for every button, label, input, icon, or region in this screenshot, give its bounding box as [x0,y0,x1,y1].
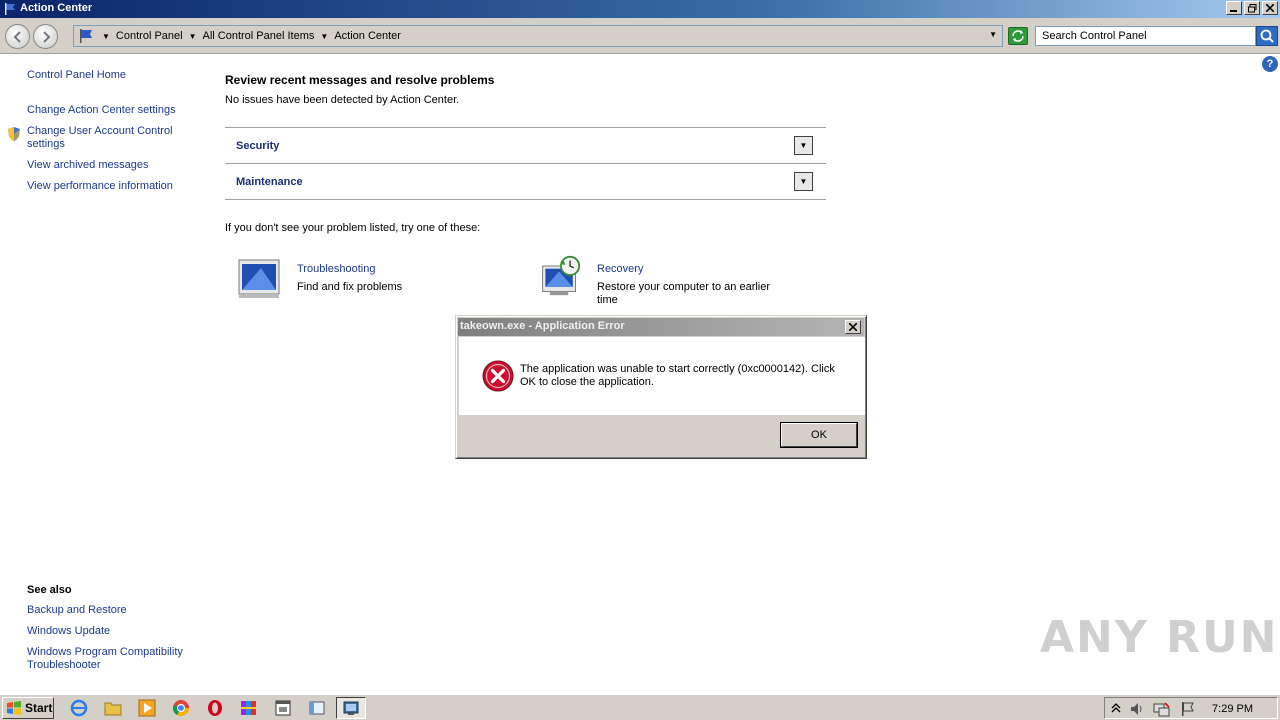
help-icon[interactable]: ? [1262,56,1278,72]
dialog-titlebar: takeown.exe - Application Error [458,318,864,336]
taskbar-action-center-button[interactable] [336,697,366,719]
expand-maintenance-button[interactable]: ▼ [794,172,813,191]
ok-button[interactable]: OK [781,423,857,447]
breadcrumb-control-panel[interactable]: Control Panel [116,30,183,42]
program-compatibility-link[interactable]: Windows Program Compatibility Troublesho… [27,646,192,672]
address-toolbar: ▼ Control Panel ▼ All Control Panel Item… [0,18,1280,54]
breadcrumb-arrow-icon[interactable]: ▼ [102,32,110,41]
search-input[interactable]: Search Control Panel [1035,26,1256,46]
recovery-link[interactable]: Recovery [597,263,643,275]
see-also-heading: See also [27,584,72,596]
section-maintenance[interactable]: Maintenance ▼ [225,163,826,199]
taskbar-media-player-button[interactable] [136,698,158,718]
troubleshooting-link[interactable]: Troubleshooting [297,263,375,275]
minimize-icon [1230,10,1237,12]
address-bar[interactable]: ▼ Control Panel ▼ All Control Panel Item… [73,25,1003,47]
windows-update-link[interactable]: Windows Update [27,625,110,638]
chevron-down-icon: ▼ [799,177,808,186]
dialog-close-button[interactable] [845,320,861,334]
action-center-flag-icon [5,3,15,15]
volume-icon[interactable] [1129,701,1145,717]
window-icon [309,701,325,715]
taskbar: Start 7:29 PM [0,694,1280,720]
chrome-icon [172,700,190,717]
troubleshooting-desc: Find and fix problems [297,281,403,293]
taskbar-control-panel-button[interactable] [306,698,328,718]
media-player-icon [138,699,156,717]
view-archived-messages-link[interactable]: View archived messages [27,159,148,172]
window-title: Action Center [20,2,93,14]
control-panel-home-link[interactable]: Control Panel Home [27,69,126,82]
error-icon [482,360,514,392]
expand-security-button[interactable]: ▼ [794,136,813,155]
troubleshooting-icon[interactable] [237,258,283,300]
minimize-button[interactable] [1226,1,1242,15]
refresh-icon [1012,30,1024,42]
start-label: Start [25,701,53,715]
close-icon [849,323,857,331]
section-maintenance-title: Maintenance [236,176,303,188]
back-arrow-icon [13,30,21,43]
breadcrumb-arrow-icon[interactable]: ▼ [320,32,328,41]
network-icon[interactable] [1153,701,1171,717]
breadcrumb-all-items[interactable]: All Control Panel Items [203,30,315,42]
start-button[interactable]: Start [2,697,54,719]
page-heading: Review recent messages and resolve probl… [225,73,495,87]
clock[interactable]: 7:29 PM [1212,703,1253,715]
search-button[interactable] [1256,26,1278,46]
try-these-text: If you don't see your problem listed, tr… [225,222,481,234]
refresh-button[interactable] [1008,27,1028,45]
section-security[interactable]: Security ▼ [225,127,826,163]
action-center-icon [343,701,359,715]
restore-icon [1247,3,1256,12]
program-icon [275,700,291,716]
address-dropdown-icon[interactable]: ▼ [989,30,997,39]
windows-logo-icon [7,701,21,715]
taskbar-explorer-button[interactable] [102,698,124,718]
anyrun-watermark: ANY RUN [1040,612,1279,663]
close-button[interactable] [1262,1,1278,15]
winrar-icon [241,701,256,715]
back-button[interactable] [5,24,30,49]
control-panel-flag-icon [80,29,92,43]
taskbar-program-button[interactable] [272,698,294,718]
opera-icon [208,700,222,716]
error-dialog: takeown.exe - Application Error The appl… [455,315,867,459]
system-tray: 7:29 PM [1104,697,1278,719]
recovery-icon[interactable] [537,255,583,297]
dialog-title: takeown.exe - Application Error [460,320,625,332]
taskbar-ie-button[interactable] [68,698,90,718]
section-security-title: Security [236,140,280,152]
close-icon [1266,4,1274,12]
breadcrumb: ▼ Control Panel ▼ All Control Panel Item… [100,30,401,42]
backup-restore-link[interactable]: Backup and Restore [27,604,127,617]
status-message: No issues have been detected by Action C… [225,94,460,106]
ie-icon [70,699,88,717]
chevron-down-icon: ▼ [799,141,808,150]
taskbar-chrome-button[interactable] [170,698,192,718]
breadcrumb-arrow-icon[interactable]: ▼ [189,32,197,41]
taskbar-opera-button[interactable] [204,698,226,718]
change-action-center-settings-link[interactable]: Change Action Center settings [27,104,176,117]
forward-arrow-icon [42,30,50,43]
recovery-desc: Restore your computer to an earlier time [597,281,771,306]
window-titlebar: Action Center [0,0,1280,18]
restore-button[interactable] [1244,1,1260,15]
taskbar-winrar-button[interactable] [238,698,260,718]
dialog-message: The application was unable to start corr… [520,363,835,388]
action-center-flag-icon[interactable] [1179,701,1195,717]
dialog-body: The application was unable to start corr… [459,337,865,415]
change-uac-settings-link[interactable]: Change User Account Control settings [27,125,187,151]
search-icon [1260,29,1274,43]
folder-icon [104,702,122,716]
breadcrumb-action-center[interactable]: Action Center [334,30,401,42]
left-nav-pane: Control Panel Home Change Action Center … [0,55,210,691]
uac-shield-icon [8,127,20,141]
forward-button[interactable] [33,24,58,49]
show-hidden-icons-icon[interactable] [1111,702,1121,714]
section-divider [225,199,826,200]
view-performance-information-link[interactable]: View performance information [27,180,173,193]
